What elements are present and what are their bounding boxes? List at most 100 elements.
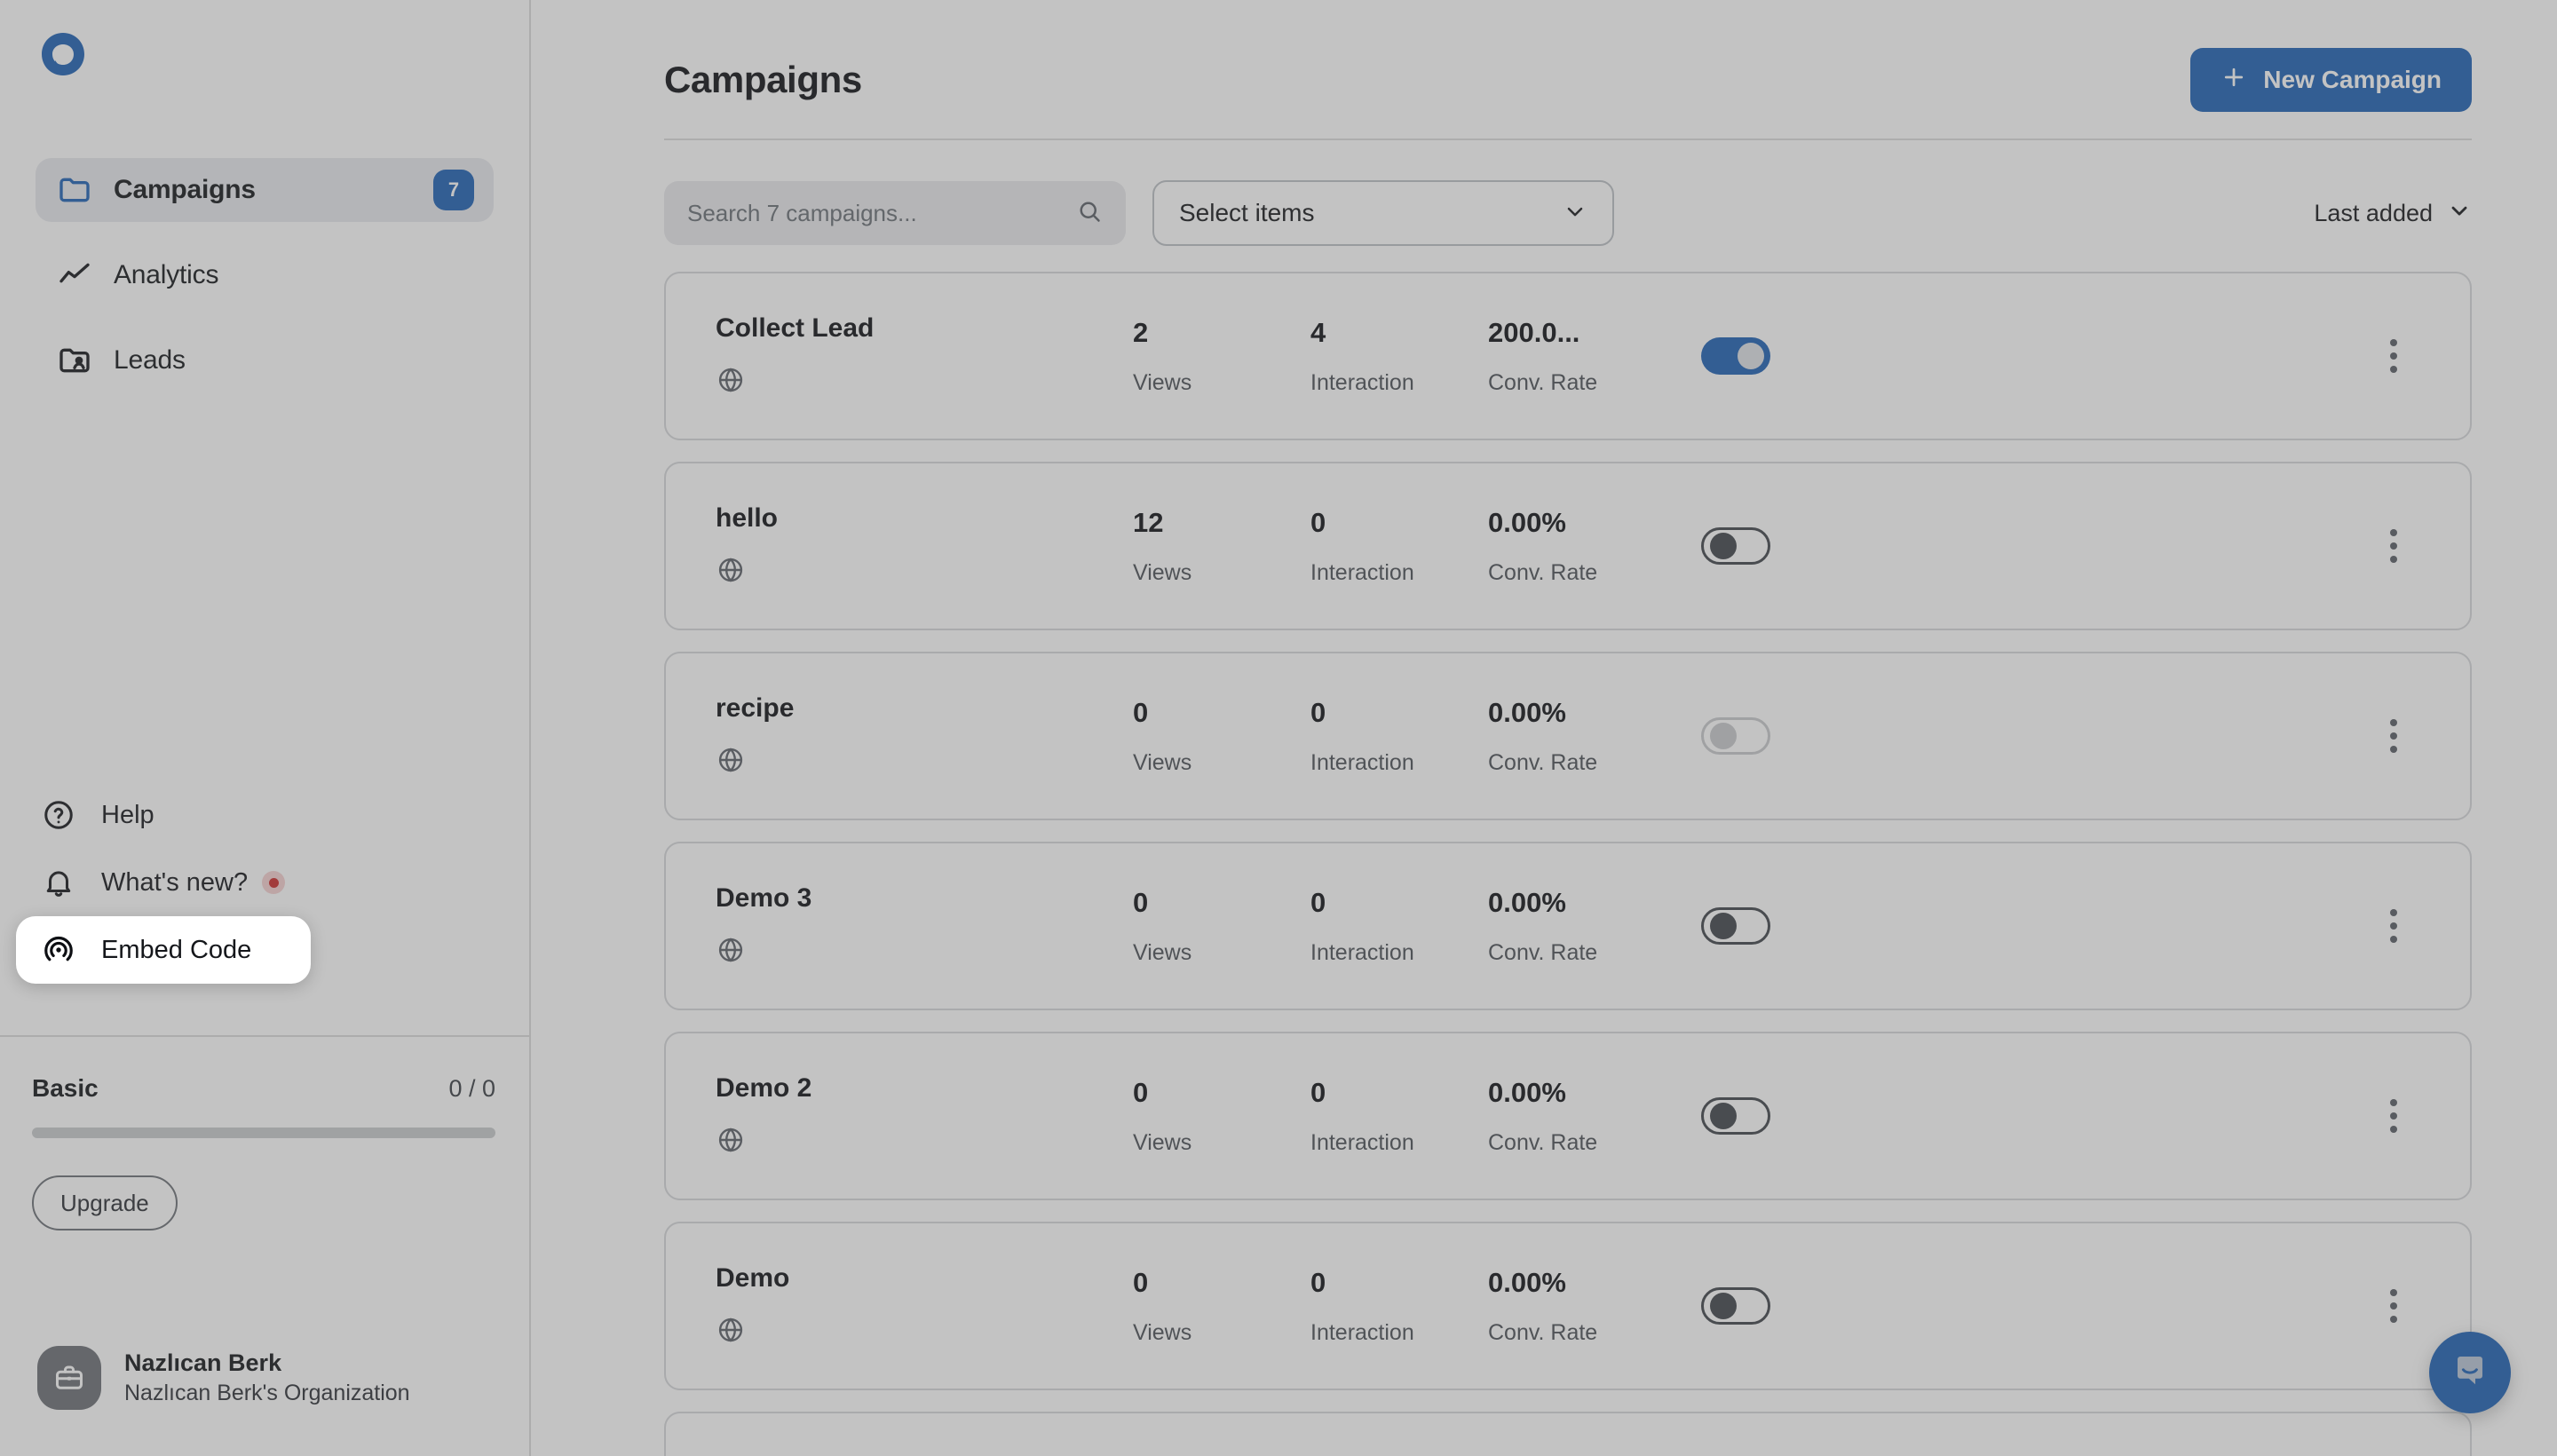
new-campaign-button[interactable]: New Campaign <box>2190 48 2472 112</box>
metric-interaction: 4 Interaction <box>1310 317 1488 396</box>
sidebar-item-label: Leads <box>114 345 186 375</box>
table-row[interactable] <box>664 1412 2472 1456</box>
kebab-menu-icon[interactable] <box>2371 331 2417 381</box>
status-toggle[interactable] <box>1701 527 1770 565</box>
metric-label: Conv. Rate <box>1488 1129 1598 1155</box>
plan-usage: 0 / 0 <box>448 1075 495 1102</box>
plus-icon <box>2221 64 2247 97</box>
page-header: Campaigns New Campaign <box>664 0 2472 138</box>
campaign-name-cell: Demo <box>716 1263 1133 1349</box>
status-toggle-cell <box>1701 717 1967 755</box>
metric-value: 0 <box>1133 886 1149 918</box>
metric-label: Views <box>1133 939 1192 965</box>
campaign-name: hello <box>716 502 779 533</box>
metric-value: 12 <box>1133 506 1164 538</box>
status-toggle-cell <box>1701 527 1967 565</box>
globe-icon <box>716 747 746 779</box>
metric-value: 0 <box>1133 1266 1149 1298</box>
metric-label: Interaction <box>1310 1129 1414 1155</box>
metric-value: 0 <box>1310 1076 1326 1108</box>
table-row[interactable]: Demo 3 0 Views 0 Interaction 0.00% Conv. Rate <box>664 842 2472 1010</box>
metric-conv-rate: 0.00% Conv. Rate <box>1488 697 1701 776</box>
table-row[interactable]: Demo 2 0 Views 0 Interaction 0.00% Conv. Rate <box>664 1032 2472 1200</box>
toggle-knob <box>1710 913 1737 939</box>
bell-icon <box>39 863 78 902</box>
campaign-name: recipe <box>716 692 795 723</box>
table-row[interactable]: hello 12 Views 0 Interaction 0.00% Conv. Rate <box>664 462 2472 630</box>
metric-views: 0 Views <box>1133 1077 1310 1156</box>
metric-views: 0 Views <box>1133 697 1310 776</box>
metric-value: 200.0... <box>1488 316 1580 348</box>
campaigns-count-badge: 7 <box>433 170 474 210</box>
metric-interaction: 0 Interaction <box>1310 887 1488 966</box>
table-row[interactable]: recipe 0 Views 0 Interaction 0.00% Conv. Rate <box>664 652 2472 820</box>
header-divider <box>664 138 2472 140</box>
metric-label: Views <box>1133 749 1192 775</box>
status-toggle[interactable] <box>1701 717 1770 755</box>
sidebar-item-whats-new[interactable]: What's new? <box>16 849 513 916</box>
globe-icon <box>716 937 746 969</box>
kebab-menu-icon[interactable] <box>2371 901 2417 951</box>
sidebar-item-embed-code[interactable]: Embed Code <box>16 916 311 984</box>
campaign-name-cell: Demo 3 <box>716 883 1133 969</box>
kebab-menu-icon[interactable] <box>2371 1091 2417 1141</box>
utility-nav: Help What's new? Embed Code <box>0 781 529 984</box>
main-content: Campaigns New Campaign Search 7 campaign… <box>531 0 2557 1456</box>
account-switcher[interactable]: Nazlıcan Berk Nazlıcan Berk's Organizati… <box>37 1346 495 1410</box>
status-toggle[interactable] <box>1701 1287 1770 1325</box>
new-campaign-label: New Campaign <box>2263 66 2442 93</box>
metric-label: Conv. Rate <box>1488 1319 1598 1345</box>
list-toolbar: Select items Last added <box>664 162 2472 265</box>
status-toggle-cell <box>1701 1097 1967 1135</box>
status-toggle[interactable] <box>1701 337 1770 375</box>
sidebar-item-campaigns[interactable]: Campaigns 7 <box>36 158 494 222</box>
plan-section: Basic 0 / 0 Upgrade <box>32 1074 495 1230</box>
status-toggle-cell <box>1701 1287 1967 1325</box>
kebab-menu-icon[interactable] <box>2371 521 2417 571</box>
search-input[interactable] <box>687 199 1076 227</box>
select-items-label: Select items <box>1179 199 1315 226</box>
upgrade-button[interactable]: Upgrade <box>32 1175 178 1230</box>
search-icon[interactable] <box>1076 198 1103 229</box>
folder-icon <box>55 170 94 210</box>
sidebar-item-leads[interactable]: Leads <box>36 328 494 392</box>
metric-conv-rate: 0.00% Conv. Rate <box>1488 507 1701 586</box>
sidebar: Campaigns 7 Analytics Leads Help What's … <box>0 0 531 1456</box>
metric-views: 2 Views <box>1133 317 1310 396</box>
metric-value: 0 <box>1310 506 1326 538</box>
select-items-dropdown[interactable]: Select items <box>1152 180 1614 246</box>
status-toggle[interactable] <box>1701 907 1770 945</box>
sidebar-item-label: Analytics <box>114 260 219 289</box>
metric-label: Interaction <box>1310 369 1414 395</box>
status-toggle[interactable] <box>1701 1097 1770 1135</box>
campaign-name-cell: hello <box>716 503 1133 590</box>
metric-conv-rate: 200.0... Conv. Rate <box>1488 317 1701 396</box>
table-row[interactable]: Collect Lead 2 Views 4 Interaction 200.0... Co… <box>664 272 2472 440</box>
campaign-name: Demo <box>716 1262 790 1293</box>
metric-label: Interaction <box>1310 749 1414 775</box>
plan-name: Basic <box>32 1074 99 1102</box>
chat-launcher-button[interactable] <box>2429 1332 2511 1413</box>
sort-dropdown[interactable]: Last added <box>2314 198 2472 229</box>
metric-value: 0.00% <box>1488 886 1566 918</box>
table-row[interactable]: Demo 0 Views 0 Interaction 0.00% Conv. Rate <box>664 1222 2472 1390</box>
kebab-menu-icon[interactable] <box>2371 1281 2417 1331</box>
plan-progress-bar <box>32 1128 495 1138</box>
sidebar-item-help[interactable]: Help <box>16 781 513 849</box>
toggle-knob <box>1710 1293 1737 1319</box>
status-toggle-cell <box>1701 907 1967 945</box>
status-toggle-cell <box>1701 337 1967 375</box>
metric-label: Conv. Rate <box>1488 749 1598 775</box>
metric-value: 0.00% <box>1488 1076 1566 1108</box>
metric-interaction: 0 Interaction <box>1310 1077 1488 1156</box>
metric-label: Conv. Rate <box>1488 939 1598 965</box>
sidebar-item-label: Embed Code <box>101 935 252 964</box>
metric-label: Interaction <box>1310 939 1414 965</box>
metric-interaction: 0 Interaction <box>1310 1267 1488 1346</box>
sidebar-item-analytics[interactable]: Analytics <box>36 243 494 307</box>
kebab-menu-icon[interactable] <box>2371 711 2417 761</box>
metric-value: 2 <box>1133 316 1149 348</box>
search-container[interactable] <box>664 181 1126 245</box>
folder-user-icon <box>55 341 94 380</box>
logo-container[interactable] <box>0 0 529 114</box>
